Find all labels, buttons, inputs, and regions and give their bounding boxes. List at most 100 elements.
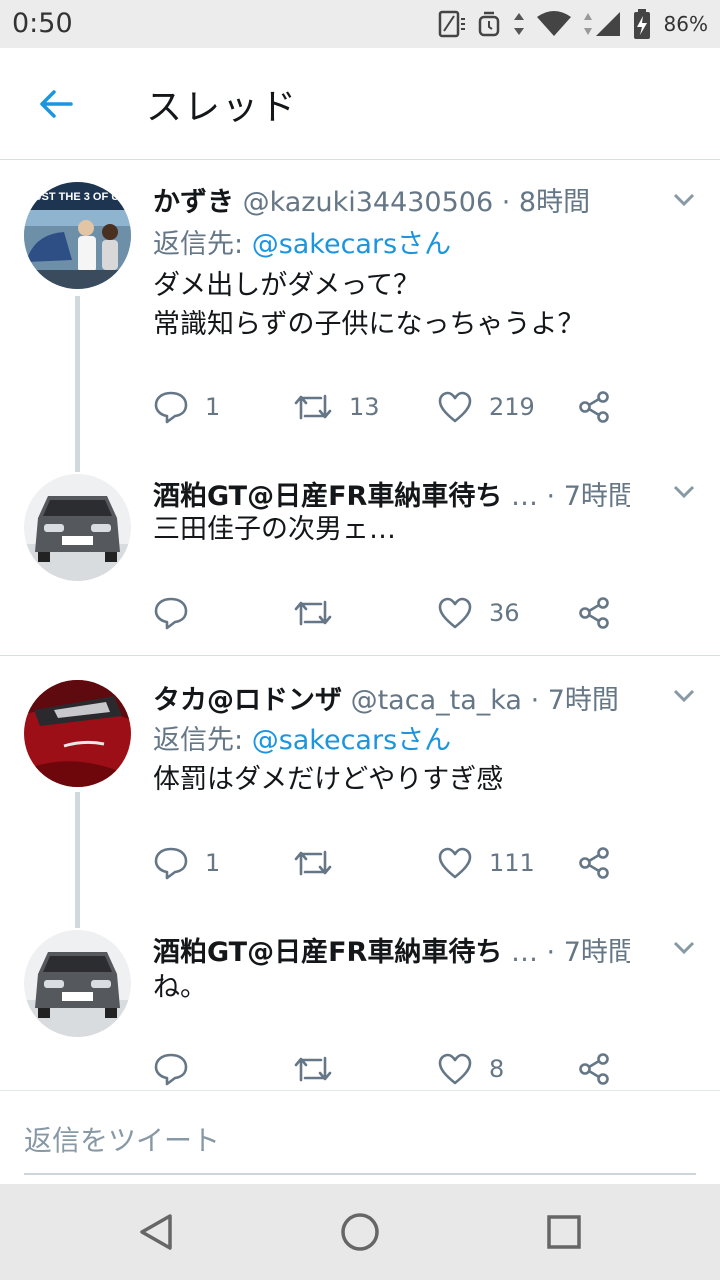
thread-line bbox=[75, 906, 80, 928]
share-button[interactable] bbox=[577, 596, 611, 630]
reply-button[interactable]: 1 bbox=[153, 390, 220, 424]
like-button[interactable]: 111 bbox=[437, 846, 535, 880]
tweet-kazuki[interactable]: JUST THE 3 OF US かずき @kazuki34430506 · 8… bbox=[0, 160, 720, 450]
nav-recents-button[interactable] bbox=[538, 1206, 590, 1258]
display-name[interactable]: タカ@ロドンザ bbox=[153, 685, 342, 716]
reply-compose[interactable]: 返信をツイート bbox=[0, 1090, 720, 1185]
back-button[interactable] bbox=[30, 78, 82, 130]
tweet-text: ダメ出しがダメって？ 常識知らずの子供になっちゃうよ？ bbox=[153, 270, 585, 340]
share-icon bbox=[579, 597, 609, 629]
circle-home-icon bbox=[341, 1213, 379, 1251]
tweet-actions: 8 bbox=[153, 1052, 623, 1092]
heart-icon bbox=[438, 597, 472, 629]
tweet-text: 体罰はダメだけどやりすぎ感 bbox=[153, 764, 504, 795]
status-time: 0:50 bbox=[12, 8, 73, 39]
avatar[interactable] bbox=[24, 930, 131, 1037]
reply-button[interactable] bbox=[153, 596, 205, 630]
retweet-button[interactable] bbox=[293, 1052, 349, 1086]
reply-to: 返信先: @sakecarsさん bbox=[153, 222, 451, 261]
system-nav-bar bbox=[0, 1184, 720, 1280]
user-handle[interactable]: @kazuki34430506 bbox=[243, 187, 494, 218]
retweet-icon bbox=[294, 600, 332, 626]
timestamp: · 8時間 bbox=[501, 187, 591, 218]
alarm-icon bbox=[478, 11, 499, 37]
reply-icon bbox=[154, 847, 188, 880]
avatar[interactable] bbox=[24, 474, 131, 581]
tweet-sakecars-1[interactable]: 酒粕GT@日産FR車納車待ち … · 7時間 三田佳子の次男ェ… 36 bbox=[0, 450, 720, 654]
retweet-count: 13 bbox=[349, 393, 380, 421]
display-name[interactable]: 酒粕GT@日産FR車納車待ち bbox=[153, 937, 502, 968]
reply-input[interactable]: 返信をツイート bbox=[24, 1119, 220, 1159]
tweet-text: ね。 bbox=[153, 972, 207, 1003]
share-button[interactable] bbox=[577, 846, 611, 880]
like-count: 219 bbox=[489, 393, 535, 421]
tweet-header: タカ@ロドンザ @taca_ta_ka · 7時間 bbox=[153, 678, 630, 717]
cellular-signal-icon bbox=[583, 12, 620, 36]
retweet-button[interactable] bbox=[293, 846, 349, 880]
reply-count: 1 bbox=[205, 849, 221, 877]
avatar-caption: JUST THE 3 OF US bbox=[27, 191, 126, 203]
avatar[interactable] bbox=[24, 680, 131, 787]
like-button[interactable]: 8 bbox=[437, 1052, 504, 1086]
retweet-icon bbox=[294, 850, 332, 876]
arrow-left-icon bbox=[40, 90, 73, 118]
tweet-sakecars-2[interactable]: 酒粕GT@日産FR車納車待ち … · 7時間 ね。 8 bbox=[0, 906, 720, 1090]
share-button[interactable] bbox=[577, 1052, 611, 1086]
avatar[interactable]: JUST THE 3 OF US bbox=[24, 182, 131, 289]
reply-to-label: 返信先: bbox=[153, 229, 252, 260]
display-name[interactable]: かずき bbox=[153, 187, 234, 218]
thread-line bbox=[75, 450, 80, 472]
share-button[interactable] bbox=[577, 390, 611, 424]
heart-icon bbox=[438, 391, 472, 423]
chevron-down-icon[interactable] bbox=[672, 192, 696, 208]
tweet-header: 酒粕GT@日産FR車納車待ち … · 7時間 bbox=[153, 930, 630, 969]
share-icon bbox=[579, 391, 609, 423]
timestamp: · 7時間 bbox=[546, 937, 630, 968]
chevron-down-icon[interactable] bbox=[672, 484, 696, 500]
tweet-actions: 36 bbox=[153, 596, 623, 636]
reply-icon bbox=[154, 597, 188, 630]
retweet-button[interactable]: 13 bbox=[293, 390, 380, 424]
tweet-taca[interactable]: タカ@ロドンザ @taca_ta_ka · 7時間 返信先: @sakecars… bbox=[0, 656, 720, 926]
like-button[interactable]: 219 bbox=[437, 390, 535, 424]
reply-to: 返信先: @sakecarsさん bbox=[153, 718, 451, 757]
user-handle[interactable]: … bbox=[511, 937, 538, 968]
reply-mention[interactable]: @sakecarsさん bbox=[252, 229, 451, 260]
reply-count: 1 bbox=[205, 393, 221, 421]
reply-button[interactable] bbox=[153, 1052, 205, 1086]
nav-home-button[interactable] bbox=[334, 1206, 386, 1258]
retweet-icon bbox=[294, 1056, 332, 1082]
tweet-text: 三田佳子の次男ェ… bbox=[153, 514, 396, 545]
retweet-icon bbox=[294, 394, 332, 420]
tweet-header: かずき @kazuki34430506 · 8時間 bbox=[153, 180, 630, 219]
like-count: 36 bbox=[489, 599, 520, 627]
heart-icon bbox=[438, 847, 472, 879]
wifi-icon bbox=[536, 11, 571, 36]
reply-button[interactable]: 1 bbox=[153, 846, 220, 880]
input-underline bbox=[24, 1173, 696, 1175]
retweet-button[interactable] bbox=[293, 596, 349, 630]
share-icon bbox=[579, 1053, 609, 1085]
reply-icon bbox=[154, 391, 188, 424]
status-bar: 0:50 86% bbox=[0, 0, 720, 48]
chevron-down-icon[interactable] bbox=[672, 940, 696, 956]
timestamp: · 7時間 bbox=[530, 685, 619, 716]
reply-icon bbox=[154, 1053, 188, 1086]
nav-back-button[interactable] bbox=[130, 1206, 182, 1258]
chevron-down-icon[interactable] bbox=[672, 688, 696, 704]
display-name[interactable]: 酒粕GT@日産FR車納車待ち bbox=[153, 481, 502, 512]
data-arrows-icon bbox=[513, 13, 524, 35]
thread-line bbox=[75, 296, 80, 450]
like-button[interactable]: 36 bbox=[437, 596, 520, 630]
user-handle[interactable]: … bbox=[511, 481, 538, 512]
battery-percent: 86% bbox=[663, 12, 708, 36]
triangle-back-icon bbox=[140, 1214, 172, 1250]
page-title: スレッド bbox=[146, 87, 299, 128]
user-handle[interactable]: @taca_ta_ka bbox=[351, 685, 522, 716]
reply-mention[interactable]: @sakecarsさん bbox=[252, 725, 451, 756]
tweet-actions: 1 111 bbox=[153, 846, 623, 886]
square-recents-icon bbox=[547, 1215, 581, 1249]
tweet-actions: 1 13 219 bbox=[153, 390, 623, 430]
like-count: 8 bbox=[489, 1055, 505, 1083]
status-icons: 86% bbox=[438, 6, 708, 42]
